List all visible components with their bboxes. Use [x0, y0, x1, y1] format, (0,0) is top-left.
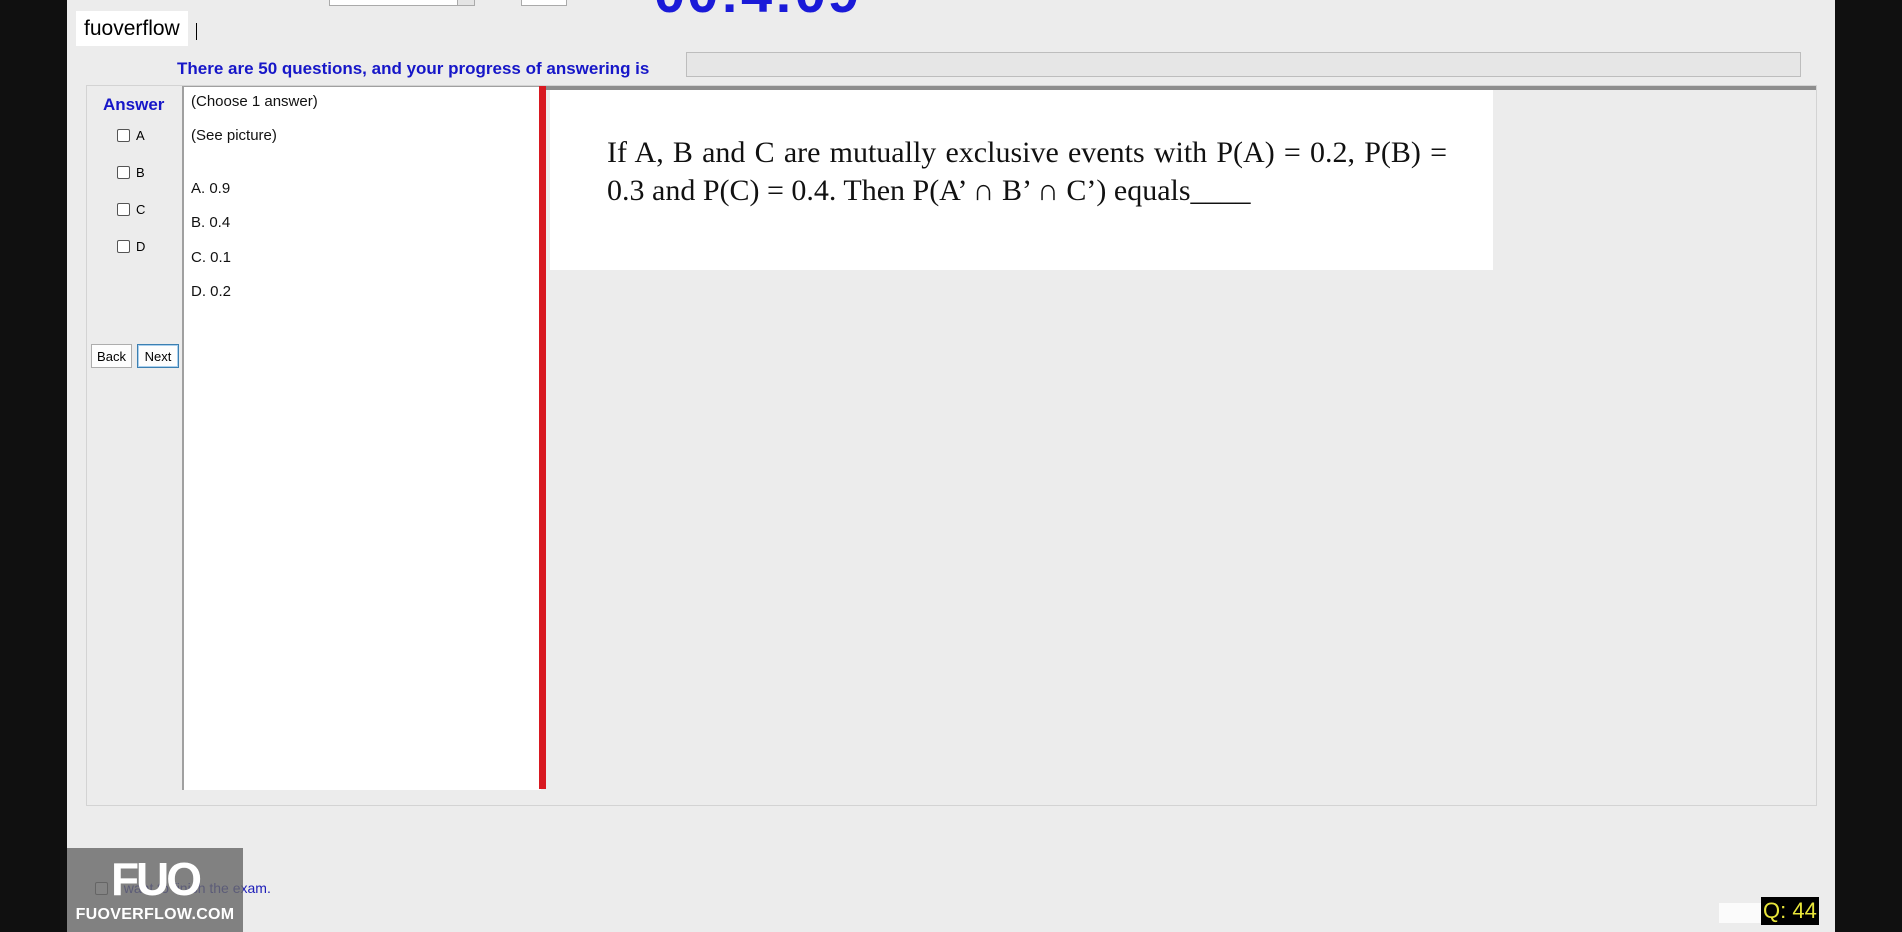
watermark-logo: FUO	[110, 853, 202, 905]
exam-combo-box[interactable]	[329, 0, 475, 6]
answer-option-d[interactable]: D	[117, 239, 145, 254]
answer-option-label: B	[136, 165, 145, 180]
choice-a: A. 0.9	[191, 180, 231, 197]
choice-d: D. 0.2	[191, 283, 232, 300]
question-image: If A, B and C are mutually exclusive eve…	[550, 90, 1493, 270]
watermark: FUO FUOVERFLOW.COM	[67, 848, 243, 932]
answer-option-a[interactable]: A	[117, 128, 145, 143]
progress-label: There are 50 questions, and your progres…	[177, 59, 650, 78]
exam-window: 00:4:09 fuoverflow There are 50 question…	[67, 0, 1835, 932]
next-button[interactable]: Next	[137, 344, 179, 368]
choose-instruction: (Choose 1 answer)	[191, 93, 318, 110]
countdown-timer: 00:4:09	[654, 0, 861, 25]
progress-bar	[686, 52, 1801, 77]
checkbox[interactable]	[117, 240, 130, 253]
back-button[interactable]: Back	[91, 344, 132, 368]
answer-option-b[interactable]: B	[117, 165, 145, 180]
answer-option-label: A	[136, 128, 145, 143]
answer-option-label: D	[136, 239, 146, 254]
answer-option-c[interactable]: C	[117, 202, 145, 217]
watermark-site: FUOVERFLOW.COM	[75, 906, 235, 923]
question-text: If A, B and C are mutually exclusive eve…	[607, 136, 1447, 207]
top-small-field[interactable]	[521, 0, 567, 6]
choice-b: B. 0.4	[191, 214, 231, 231]
chevron-down-icon[interactable]	[457, 0, 474, 5]
options-text-box[interactable]: (Choose 1 answer) (See picture) A. 0.9 B…	[182, 86, 541, 790]
question-counter: Q: 44	[1761, 897, 1819, 925]
checkbox[interactable]	[117, 166, 130, 179]
checkbox[interactable]	[117, 129, 130, 142]
text-cursor	[196, 23, 197, 40]
answer-heading: Answer	[103, 95, 165, 114]
checkbox[interactable]	[117, 203, 130, 216]
splitter-divider[interactable]	[539, 86, 546, 789]
brand-tag: fuoverflow	[76, 11, 188, 46]
choice-c: C. 0.1	[191, 249, 232, 266]
see-picture-note: (See picture)	[191, 127, 277, 144]
answer-option-label: C	[136, 202, 146, 217]
